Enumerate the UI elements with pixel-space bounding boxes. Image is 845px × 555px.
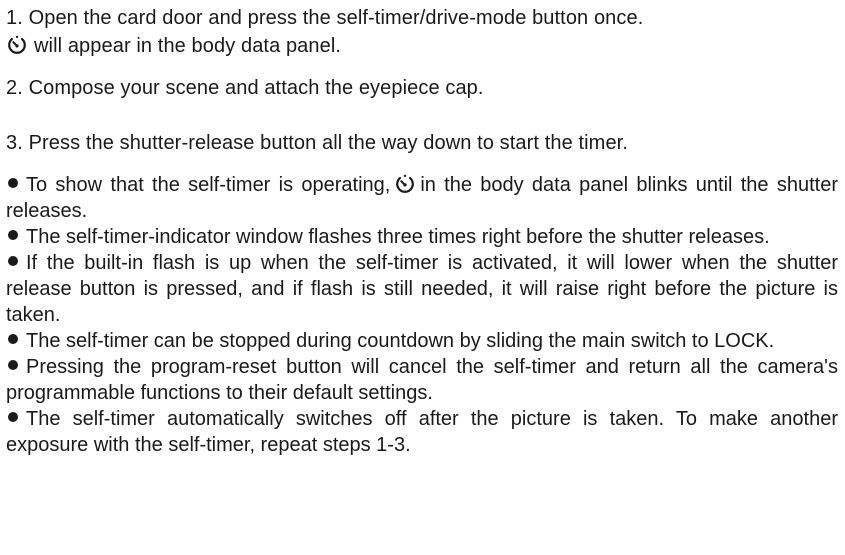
self-timer-icon <box>8 35 26 54</box>
step-number: 2. <box>6 77 23 99</box>
note-item: The self-timer-indicator window flashes … <box>6 224 838 250</box>
bullet-icon <box>8 360 18 370</box>
bullet-icon <box>8 256 18 266</box>
step-text: Compose your scene and attach the eyepie… <box>28 77 484 99</box>
step-3: 3. Press the shutter-release button all … <box>6 129 628 157</box>
step-text: Press the shutter-release button all the… <box>28 132 628 154</box>
note-item: Pressing the program-reset button will c… <box>6 356 838 404</box>
step-2: 2. Compose your scene and attach the eye… <box>6 74 484 102</box>
step-number: 3. <box>6 132 23 154</box>
bullet-icon <box>8 334 18 344</box>
step-number: 1. <box>6 7 23 29</box>
note-item: If the built-in flash is up when the sel… <box>6 252 838 326</box>
bullet-icon <box>8 178 18 188</box>
self-timer-icon <box>396 174 415 193</box>
note-item: The self-timer automatically switches of… <box>6 408 838 456</box>
step-1: 1. Open the card door and press the self… <box>6 4 643 60</box>
step-text-continued: will appear in the body data panel. <box>34 35 342 57</box>
notes-list: To show that the self-timer is operating… <box>6 172 838 458</box>
note-item: The self-timer can be stopped during cou… <box>6 328 838 354</box>
bullet-icon <box>8 230 18 240</box>
bullet-icon <box>8 412 18 422</box>
step-text: Open the card door and press the self-ti… <box>28 7 644 29</box>
note-item: To show that the self-timer is operating… <box>6 174 838 222</box>
